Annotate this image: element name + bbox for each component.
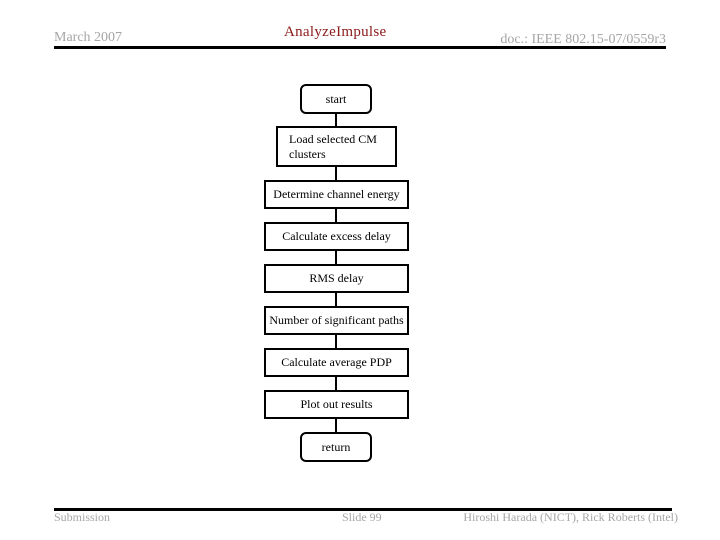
header-rule (54, 46, 666, 49)
node-return: return (300, 432, 372, 462)
node-load-clusters: Load selected CM clusters (276, 126, 397, 167)
connector-excess-rms (335, 250, 337, 265)
node-label: return (321, 439, 351, 454)
node-label: Calculate excess delay (282, 229, 391, 243)
node-determine-energy: Determine channel energy (264, 180, 409, 209)
slide-title: AnalyzeImpulse (284, 24, 387, 40)
footer-slide-number: Slide 99 (342, 510, 382, 524)
node-label: Calculate average PDP (281, 355, 392, 369)
connector-load-energy (335, 166, 337, 181)
connector-start-load (335, 113, 337, 127)
node-rms-delay: RMS delay (264, 264, 409, 293)
header-date: March 2007 (54, 30, 123, 45)
connector-rms-paths (335, 292, 337, 307)
connector-pdp-plot (335, 376, 337, 391)
node-excess-delay: Calculate excess delay (264, 222, 409, 251)
node-label: Load selected CM clusters (289, 131, 377, 161)
node-start: start (300, 84, 372, 114)
node-average-pdp: Calculate average PDP (264, 348, 409, 377)
node-label: Plot out results (300, 397, 373, 411)
footer-authors: Hiroshi Harada (NICT), Rick Roberts (Int… (463, 510, 678, 524)
node-significant-paths: Number of significant paths (264, 306, 409, 335)
connector-plot-return (335, 418, 337, 433)
node-label: Determine channel energy (273, 187, 400, 201)
node-label: start (325, 91, 347, 106)
connector-paths-pdp (335, 334, 337, 349)
node-label: Number of significant paths (269, 313, 404, 327)
node-label: RMS delay (309, 271, 364, 285)
connector-energy-excess (335, 208, 337, 223)
footer-submission: Submission (54, 510, 111, 524)
node-plot-results: Plot out results (264, 390, 409, 419)
